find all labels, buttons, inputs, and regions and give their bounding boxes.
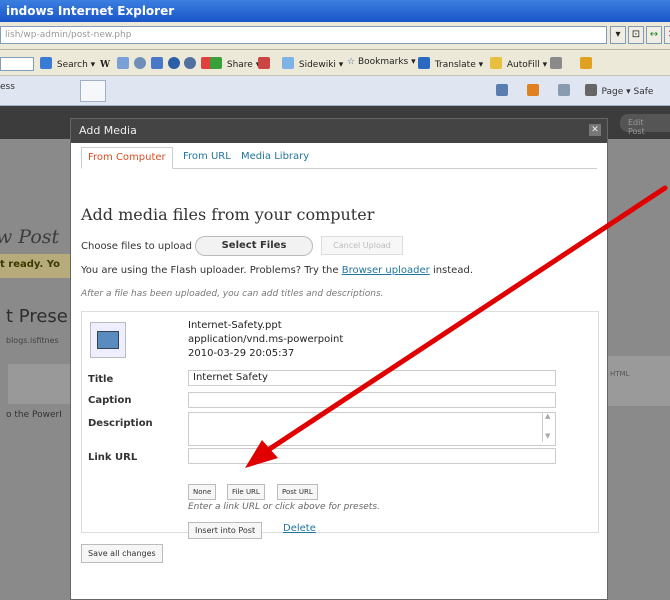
- link-none-button[interactable]: None: [188, 484, 217, 500]
- wp-edit-post-button: Edit Post: [620, 114, 670, 136]
- new-tab-button[interactable]: [80, 80, 106, 102]
- browser-tab[interactable]: ess: [0, 82, 15, 92]
- close-icon[interactable]: ✕: [589, 124, 601, 136]
- title-label: Title: [88, 374, 114, 385]
- toolbar-search-button[interactable]: Search ▾: [40, 57, 95, 70]
- wrench-icon: [550, 57, 562, 69]
- tab-from-url[interactable]: From URL: [177, 147, 237, 169]
- post-url-button[interactable]: Post URL: [277, 484, 318, 500]
- address-dropdown-icon[interactable]: ▾: [610, 26, 626, 44]
- link-url-label: Link URL: [88, 452, 138, 463]
- wiki-icon[interactable]: W: [100, 60, 110, 70]
- select-files-button[interactable]: Select Files: [195, 236, 313, 256]
- save-all-changes-button[interactable]: Save all changes: [81, 544, 163, 563]
- caption-label: Caption: [88, 395, 132, 406]
- refresh-icon[interactable]: ↔: [646, 26, 662, 44]
- delete-link[interactable]: Delete: [283, 523, 316, 534]
- file-mime-type: application/vnd.ms-powerpoint: [188, 334, 344, 345]
- plus-icon[interactable]: [150, 57, 163, 69]
- link-url-field[interactable]: [188, 448, 556, 464]
- page-icon[interactable]: [116, 57, 129, 69]
- stop-icon[interactable]: ✕: [664, 26, 670, 44]
- file-thumbnail: [90, 322, 126, 358]
- toolbar-translate-button[interactable]: Translate ▾: [418, 57, 483, 70]
- wp-permalink: blogs.isfitnes: [6, 336, 59, 345]
- settings-icon[interactable]: [184, 57, 197, 69]
- caption-field[interactable]: [188, 392, 556, 408]
- magnifier-icon[interactable]: [133, 57, 146, 69]
- home-icon[interactable]: [496, 84, 508, 96]
- upload-heading: Add media files from your computer: [81, 205, 375, 224]
- description-scrollbar[interactable]: ▲ ▼: [542, 412, 554, 442]
- link-url-hint: Enter a link URL or click above for pres…: [188, 502, 380, 512]
- scroll-up-icon[interactable]: ▲: [545, 412, 550, 420]
- print-icon[interactable]: [584, 84, 597, 96]
- mail-icon[interactable]: [557, 84, 570, 96]
- toolbar-wrench-button[interactable]: [550, 57, 564, 70]
- sidewiki-icon: [282, 57, 294, 69]
- address-input[interactable]: lish/wp-admin/post-new.php: [0, 26, 607, 44]
- flash-uploader-notice: You are using the Flash uploader. Proble…: [81, 265, 473, 276]
- tab-from-computer[interactable]: From Computer: [81, 147, 173, 169]
- title-field[interactable]: Internet Safety: [188, 370, 556, 386]
- browser-title: indows Internet Explorer: [6, 4, 175, 18]
- insert-into-post-button[interactable]: Insert into Post: [188, 522, 263, 539]
- file-name: Internet-Safety.ppt: [188, 320, 282, 331]
- address-bar-row: lish/wp-admin/post-new.php ▾ ⊡ ↔ ✕: [0, 22, 670, 50]
- media-tabs: From Computer From URL Media Library: [81, 147, 597, 169]
- compat-view-icon[interactable]: ⊡: [628, 26, 644, 44]
- toolbar-search-box[interactable]: [0, 57, 34, 71]
- description-field[interactable]: [188, 412, 556, 446]
- description-label: Description: [88, 418, 153, 429]
- google-icon: [40, 57, 52, 69]
- uploaded-file-panel: Internet-Safety.ppt application/vnd.ms-p…: [81, 311, 599, 539]
- file-upload-date: 2010-03-29 20:05:37: [188, 348, 295, 359]
- dialog-header: Add Media ✕: [71, 119, 607, 143]
- wp-editor-toolbar: [8, 364, 72, 404]
- star-icon: ☆: [347, 57, 356, 67]
- toolbar-share-button[interactable]: Share ▾: [210, 57, 260, 70]
- browser-title-bar: indows Internet Explorer: [0, 0, 670, 22]
- file-url-button[interactable]: File URL: [227, 484, 265, 500]
- command-bar: Page ▾ Safe: [496, 84, 653, 97]
- globe-icon[interactable]: [167, 57, 180, 69]
- presentation-icon: [97, 331, 119, 349]
- wp-page-title: w Post: [0, 226, 60, 248]
- wp-notice-text: t ready. Yo: [0, 259, 60, 270]
- autofill-icon: [490, 57, 502, 69]
- plugin-icon: [258, 57, 270, 69]
- google-toolbar: Search ▾ W Share ▾ Sidewiki ▾ ☆ Bookmark…: [0, 50, 670, 76]
- dialog-title: Add Media: [79, 124, 137, 137]
- toolbar-autofill-button[interactable]: AutoFill ▾: [490, 57, 547, 70]
- feeds-icon[interactable]: [526, 84, 539, 96]
- cancel-upload-button[interactable]: Cancel Upload: [321, 236, 403, 255]
- after-upload-note: After a file has been uploaded, you can …: [81, 289, 384, 299]
- toolbar-icon-strip: W: [100, 57, 215, 70]
- wp-html-tab: HTML: [603, 356, 670, 406]
- wp-post-title: t Prese: [6, 306, 68, 327]
- pencil-icon: [580, 57, 592, 69]
- browser-tab-row: ess Page ▾ Safe: [0, 76, 670, 106]
- add-media-dialog: Add Media ✕ From Computer From URL Media…: [70, 118, 608, 600]
- toolbar-pencil-button[interactable]: [580, 57, 594, 70]
- scroll-down-icon[interactable]: ▼: [545, 432, 550, 440]
- page-menu[interactable]: Page ▾ Safe: [602, 87, 654, 97]
- toolbar-extra-icon[interactable]: [258, 57, 272, 70]
- share-icon: [210, 57, 222, 69]
- toolbar-bookmarks-button[interactable]: ☆ Bookmarks ▾: [347, 57, 416, 67]
- wp-editor-content: o the PowerI: [6, 410, 62, 420]
- tab-media-library[interactable]: Media Library: [235, 147, 315, 169]
- browser-uploader-link[interactable]: Browser uploader: [342, 265, 430, 276]
- choose-files-label: Choose files to upload: [81, 241, 192, 252]
- toolbar-sidewiki-button[interactable]: Sidewiki ▾: [282, 57, 343, 70]
- translate-icon: [418, 57, 430, 69]
